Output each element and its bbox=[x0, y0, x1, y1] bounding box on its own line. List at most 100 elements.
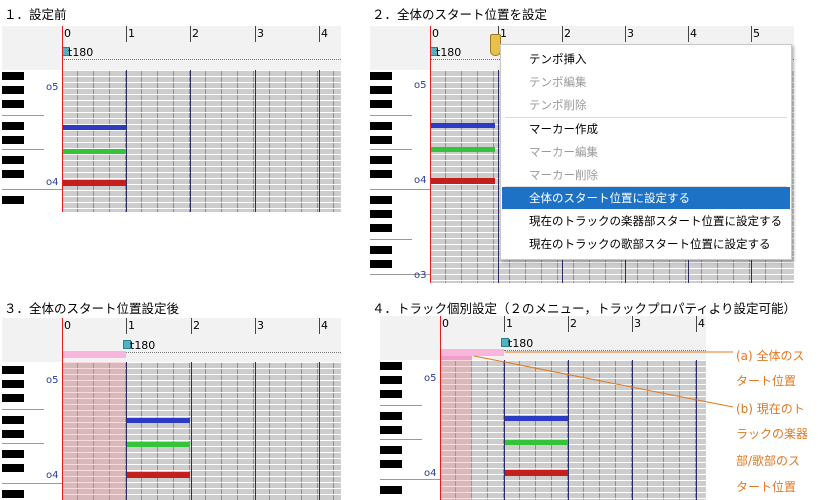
note-blue[interactable] bbox=[63, 125, 126, 130]
menu-item-set-track-instrument-start[interactable]: 現在のトラックの楽器部スタート位置に設定する bbox=[502, 210, 790, 232]
menu-item-delete-tempo[interactable]: テンポ削除 bbox=[502, 94, 790, 116]
white-key-divider bbox=[2, 149, 44, 150]
white-key-divider bbox=[370, 149, 412, 150]
note-grid[interactable] bbox=[62, 70, 341, 212]
note-red[interactable] bbox=[431, 178, 495, 184]
octave-label: o4 bbox=[414, 175, 427, 186]
ruler-tick bbox=[319, 26, 320, 42]
menu-item-edit-marker[interactable]: マーカー編集 bbox=[502, 141, 790, 163]
note-blue[interactable] bbox=[431, 123, 495, 128]
note-red[interactable] bbox=[505, 470, 568, 476]
black-key[interactable] bbox=[370, 170, 392, 178]
measure-line bbox=[696, 360, 697, 500]
black-key[interactable] bbox=[2, 100, 24, 108]
octave-label: o5 bbox=[46, 82, 59, 93]
white-key-divider bbox=[370, 189, 430, 190]
black-key[interactable] bbox=[380, 390, 402, 398]
octave-label: o5 bbox=[46, 375, 59, 386]
ruler-tick bbox=[126, 26, 127, 42]
measure-number: 3 bbox=[634, 317, 641, 330]
ruler-tick bbox=[751, 26, 752, 42]
global-start-range-bar[interactable] bbox=[440, 349, 504, 356]
menu-item-insert-tempo[interactable]: テンポ挿入 bbox=[502, 48, 790, 70]
note-blue[interactable] bbox=[505, 416, 568, 421]
measure-line bbox=[191, 362, 192, 500]
pre-start-region bbox=[62, 362, 126, 500]
black-key[interactable] bbox=[380, 486, 402, 494]
measure-number: 4 bbox=[321, 27, 328, 40]
note-green[interactable] bbox=[505, 440, 568, 445]
menu-item-set-track-vocal-start[interactable]: 現在のトラックの歌部スタート位置に設定する bbox=[502, 233, 790, 255]
global-start-range-bar[interactable] bbox=[62, 351, 126, 358]
black-key[interactable] bbox=[370, 122, 392, 130]
black-key[interactable] bbox=[370, 246, 392, 254]
tempo-label: t180 bbox=[130, 339, 156, 352]
black-key[interactable] bbox=[2, 170, 24, 178]
black-key[interactable] bbox=[380, 376, 402, 384]
black-key[interactable] bbox=[370, 260, 392, 268]
black-key[interactable] bbox=[370, 72, 392, 80]
black-key[interactable] bbox=[380, 412, 402, 420]
black-key[interactable] bbox=[2, 490, 24, 498]
note-blue[interactable] bbox=[127, 418, 190, 423]
black-key[interactable] bbox=[2, 72, 24, 80]
pre-track-start-region bbox=[440, 360, 472, 500]
measure-number: 2 bbox=[193, 319, 200, 332]
black-key[interactable] bbox=[2, 136, 24, 144]
black-key[interactable] bbox=[370, 196, 392, 204]
white-key-divider bbox=[2, 115, 44, 116]
black-key[interactable] bbox=[370, 136, 392, 144]
measure-number: 3 bbox=[257, 27, 264, 40]
measure-number: 1 bbox=[506, 317, 513, 330]
menu-item-create-marker[interactable]: マーカー作成 bbox=[502, 118, 790, 140]
note-red[interactable] bbox=[127, 472, 190, 478]
black-key[interactable] bbox=[2, 416, 24, 424]
timeline-ruler[interactable] bbox=[2, 318, 341, 362]
piano-roll-panel-track-start: 0 1 2 3 4 t180 o5 o4 bbox=[380, 316, 706, 500]
black-key[interactable] bbox=[2, 122, 24, 130]
measure-number: 2 bbox=[192, 27, 199, 40]
annotation-a-line2: タート位置 bbox=[736, 374, 797, 388]
black-key[interactable] bbox=[2, 450, 24, 458]
octave-label: o4 bbox=[46, 177, 59, 188]
black-key[interactable] bbox=[370, 210, 392, 218]
ruler-tick bbox=[632, 316, 633, 332]
black-key[interactable] bbox=[2, 394, 24, 402]
black-key[interactable] bbox=[2, 430, 24, 438]
menu-item-edit-tempo[interactable]: テンポ編集 bbox=[502, 71, 790, 93]
context-menu: テンポ挿入 テンポ編集 テンポ削除 マーカー作成 マーカー編集 マーカー削除 全… bbox=[500, 44, 792, 260]
black-key[interactable] bbox=[2, 464, 24, 472]
black-key[interactable] bbox=[2, 156, 24, 164]
note-green[interactable] bbox=[63, 149, 126, 154]
black-key[interactable] bbox=[370, 156, 392, 164]
timeline-ruler[interactable] bbox=[380, 316, 706, 360]
menu-item-delete-marker[interactable]: マーカー削除 bbox=[502, 164, 790, 186]
white-key-divider bbox=[2, 443, 44, 444]
black-key[interactable] bbox=[380, 446, 402, 454]
caption-track-individual: ４．トラック個別設定（２のメニュー，トラックプロパティより設定可能） bbox=[372, 301, 797, 316]
black-key[interactable] bbox=[2, 196, 24, 204]
start-position-line bbox=[430, 26, 431, 283]
ruler-tick bbox=[190, 26, 191, 42]
note-red[interactable] bbox=[63, 180, 126, 186]
measure-number: 2 bbox=[570, 317, 577, 330]
start-position-line bbox=[440, 316, 441, 500]
measure-line bbox=[319, 70, 320, 212]
black-key[interactable] bbox=[370, 86, 392, 94]
black-key[interactable] bbox=[2, 380, 24, 388]
black-key[interactable] bbox=[380, 362, 402, 370]
black-key[interactable] bbox=[2, 86, 24, 94]
note-green[interactable] bbox=[431, 147, 495, 152]
note-green[interactable] bbox=[127, 442, 190, 447]
timeline-ruler[interactable] bbox=[2, 26, 341, 70]
black-key[interactable] bbox=[370, 224, 392, 232]
black-key[interactable] bbox=[370, 100, 392, 108]
tempo-label: t180 bbox=[68, 46, 94, 59]
menu-item-set-global-start[interactable]: 全体のスタート位置に設定する bbox=[502, 187, 790, 209]
note-grid[interactable] bbox=[440, 360, 706, 500]
black-key[interactable] bbox=[380, 460, 402, 468]
ruler-tick bbox=[255, 26, 256, 42]
measure-number: 4 bbox=[698, 317, 705, 330]
black-key[interactable] bbox=[380, 426, 402, 434]
black-key[interactable] bbox=[2, 366, 24, 374]
